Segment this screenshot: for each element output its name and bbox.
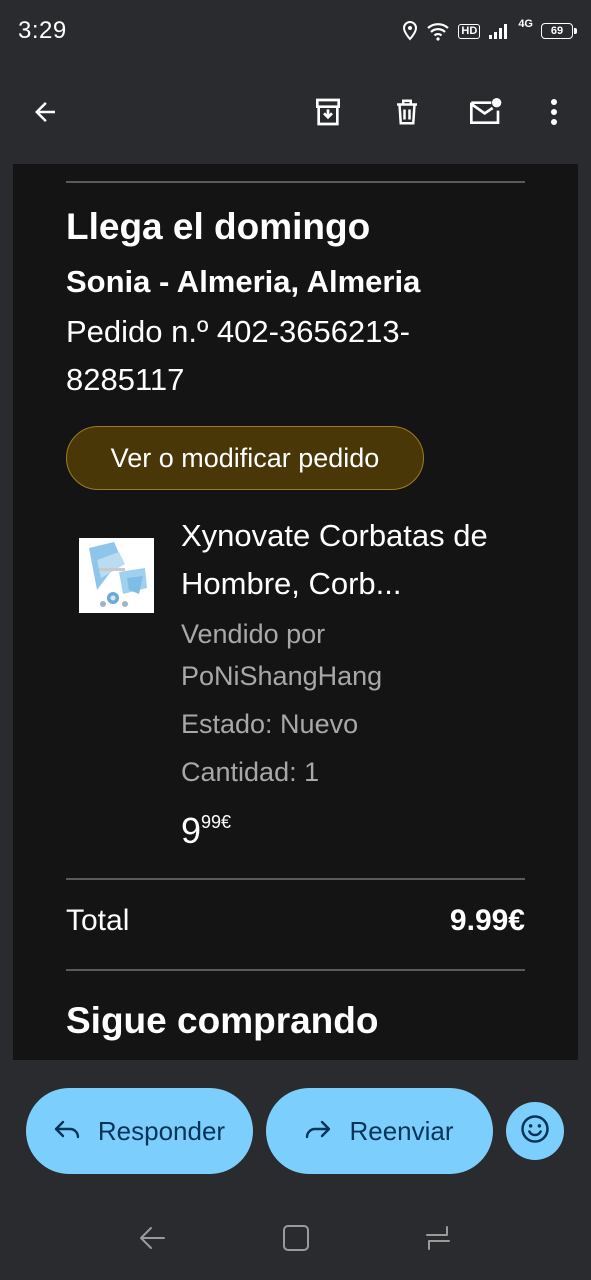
view-modify-order-button[interactable]: Ver o modificar pedido [66, 426, 424, 490]
product-quantity: Cantidad: 1 [181, 757, 320, 787]
nav-home-icon[interactable] [274, 1216, 318, 1260]
nav-back-icon[interactable] [130, 1216, 174, 1260]
product-title-line2: Hombre, Corb... [181, 566, 402, 601]
app-bar [0, 62, 591, 162]
divider [66, 969, 525, 971]
forward-button[interactable]: Reenviar [266, 1088, 493, 1174]
order-number: Pedido n.º 402-3656213- 8285117 [66, 308, 486, 404]
emoji-icon [520, 1114, 550, 1149]
emoji-reaction-button[interactable] [506, 1102, 564, 1160]
wifi-icon [426, 21, 450, 41]
archive-icon[interactable] [306, 90, 350, 134]
seller-label: Vendido por [181, 619, 326, 649]
battery-level: 69 [550, 25, 564, 37]
order-number-line1: Pedido n.º 402-3656213- [66, 314, 410, 349]
battery-icon: 69 [541, 23, 577, 39]
back-arrow-icon[interactable] [23, 90, 67, 134]
total-label: Total [66, 904, 130, 937]
location-icon [402, 21, 418, 41]
keep-shopping-heading: Sigue comprando [66, 1000, 379, 1041]
delete-icon[interactable] [385, 90, 429, 134]
product-title-line1: Xynovate Corbatas de [181, 518, 488, 553]
reply-icon [54, 1116, 80, 1147]
status-time: 3:29 [18, 17, 67, 44]
status-bar: 3:29 HD 4G 69 [0, 0, 591, 62]
hd-badge: HD [458, 23, 481, 39]
signal-icon [488, 22, 510, 40]
product-price: 999€ [181, 810, 231, 852]
more-vert-icon[interactable] [532, 90, 576, 134]
nav-recents-icon[interactable] [416, 1216, 460, 1260]
product-condition: Estado: Nuevo [181, 709, 359, 739]
email-body: Llega el domingo Sonia - Almeria, Almeri… [13, 164, 578, 1060]
product-image[interactable] [79, 538, 154, 613]
reply-button[interactable]: Responder [26, 1088, 253, 1174]
divider [66, 878, 525, 880]
forward-icon [305, 1116, 331, 1147]
forward-label: Reenviar [349, 1115, 454, 1146]
reply-label: Responder [97, 1115, 226, 1146]
total-value: 9.99€ [449, 904, 525, 937]
order-number-line2: 8285117 [66, 362, 185, 397]
status-icons: HD 4G 69 [402, 18, 577, 41]
product-title[interactable]: Xynovate Corbatas de Hombre, Corb... [181, 512, 541, 608]
seller-name: PoNiShangHang [181, 661, 383, 691]
divider [66, 181, 525, 183]
system-nav-bar [0, 1196, 591, 1280]
arrival-heading: Llega el domingo [66, 206, 371, 247]
seller-info: Vendido por PoNiShangHang [181, 613, 501, 697]
recipient-address: Sonia - Almeria, Almeria [66, 264, 421, 299]
mark-unread-icon[interactable] [464, 90, 508, 134]
price-whole: 9 [181, 810, 202, 851]
network-type-label: 4G [518, 18, 533, 30]
price-fraction: 99€ [201, 812, 232, 832]
